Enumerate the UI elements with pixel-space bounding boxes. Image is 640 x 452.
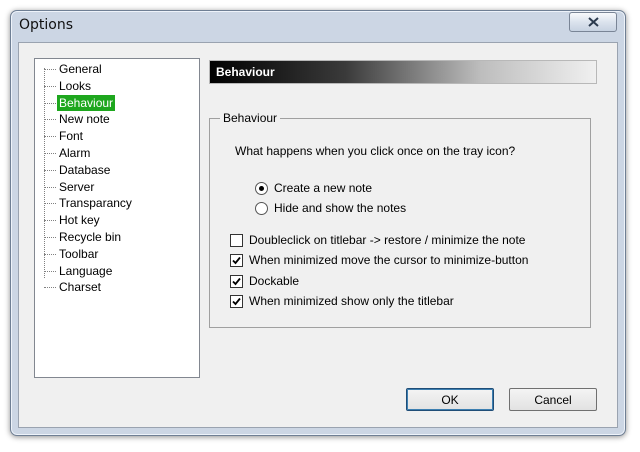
tree-item-label: Alarm <box>59 146 91 160</box>
radio-hide-show-notes[interactable]: Hide and show the notes <box>255 200 406 216</box>
title-bar[interactable]: Options <box>11 11 625 41</box>
section-header: Behaviour <box>209 60 597 84</box>
tree-connector-tick <box>44 102 56 104</box>
tree-connector-tick <box>44 220 56 222</box>
tree-connector-tick <box>44 253 56 255</box>
tree-connector-tick <box>44 119 56 121</box>
tree-connector-tick <box>44 85 56 87</box>
checkbox[interactable] <box>230 274 243 288</box>
dialog-body: General Looks Behaviour New note Font Alarm Da… <box>18 42 618 428</box>
checkbox-label: When minimized show only the titlebar <box>249 294 454 308</box>
tree-item-label: Recycle bin <box>59 230 122 244</box>
tree-connector-tick <box>44 69 56 70</box>
radio-label: Hide and show the notes <box>274 201 407 215</box>
tree-item-label: New note <box>59 112 110 127</box>
close-button[interactable] <box>569 12 617 32</box>
tree-item-label: General <box>59 62 102 76</box>
tree-connector-tick <box>44 237 56 238</box>
checkbox-doubleclick-titlebar[interactable]: Doubleclick on titlebar -> restore / min… <box>230 232 525 248</box>
checkbox[interactable] <box>230 294 243 308</box>
checkbox-label: When minimized move the cursor to minimi… <box>249 253 529 267</box>
behaviour-group: Behaviour What happens when you click on… <box>209 111 591 328</box>
checkbox-dockable[interactable]: Dockable <box>230 273 299 289</box>
tree-item-label: Font <box>59 129 84 144</box>
tree-connector-tick <box>44 270 56 272</box>
checkbox-label: Dockable <box>249 274 300 288</box>
tree-item-label: Hot key <box>59 213 100 228</box>
ok-button[interactable]: OK <box>406 388 494 411</box>
tree-item-label: Toolbar <box>59 246 99 261</box>
tree-item-label: Server <box>59 179 95 194</box>
radio-button[interactable] <box>255 201 268 215</box>
tree-item-label: Charset <box>59 280 102 295</box>
window-title: Options <box>19 17 74 33</box>
tree-connector-tick <box>44 186 56 188</box>
options-window: Options General Looks Behaviour New note Fon… <box>10 10 626 436</box>
radio-button[interactable] <box>255 181 268 195</box>
tree-connector-line <box>44 68 45 278</box>
tree-item-label: Transparancy <box>59 196 132 211</box>
tree-connector-tick <box>44 287 56 289</box>
tree-connector-tick <box>44 169 56 171</box>
radio-label: Create a new note <box>274 181 373 195</box>
group-title: Behaviour <box>220 111 281 125</box>
tree-item-label: Looks <box>59 78 92 93</box>
checkbox-move-cursor-minimize[interactable]: When minimized move the cursor to minimi… <box>230 252 528 268</box>
section-header-title: Behaviour <box>216 65 275 79</box>
checkbox[interactable] <box>230 253 243 267</box>
tray-question: What happens when you click once on the … <box>235 144 516 158</box>
tree-connector-tick <box>44 153 56 154</box>
checkbox-show-only-titlebar[interactable]: When minimized show only the titlebar <box>230 293 454 309</box>
close-icon <box>587 17 599 27</box>
tree-item-label: Database <box>59 162 111 177</box>
checkbox[interactable] <box>230 233 243 247</box>
tree-item-label: Behaviour <box>57 94 116 111</box>
cancel-button[interactable]: Cancel <box>509 388 597 411</box>
radio-create-new-note[interactable]: Create a new note <box>255 180 372 196</box>
tree-connector-tick <box>44 203 56 205</box>
category-tree[interactable]: General Looks Behaviour New note Font Alarm Da… <box>34 58 200 378</box>
tree-item-label: Language <box>59 263 113 278</box>
checkbox-label: Doubleclick on titlebar -> restore / min… <box>249 233 526 247</box>
tree-connector-tick <box>44 136 56 138</box>
